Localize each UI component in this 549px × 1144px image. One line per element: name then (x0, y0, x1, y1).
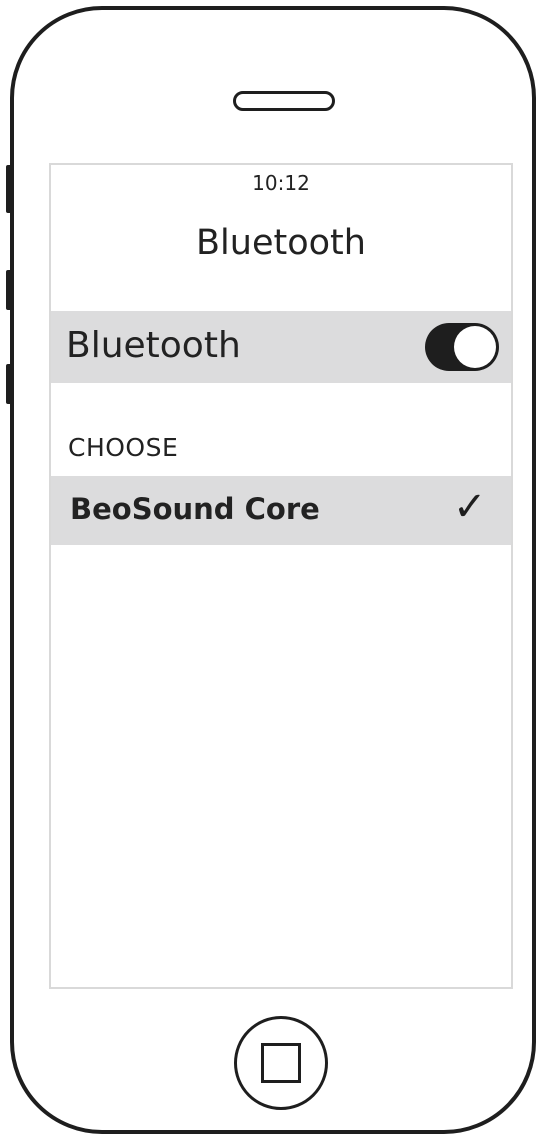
checkmark-icon: ✓ (453, 484, 487, 530)
status-bar-time: 10:12 (252, 171, 310, 195)
bluetooth-toggle-row: Bluetooth (51, 311, 511, 383)
home-button-icon (261, 1043, 301, 1083)
phone-screen: 10:12 Bluetooth Bluetooth CHOOSE BeoSoun… (49, 163, 513, 989)
section-header-choose: CHOOSE (68, 433, 179, 462)
toggle-knob (454, 326, 496, 368)
page-title: Bluetooth (196, 223, 366, 263)
toggle-switch-icon[interactable] (425, 323, 499, 371)
earpiece-speaker (233, 91, 335, 111)
volume-up-button (6, 270, 12, 310)
bluetooth-toggle-label: Bluetooth (66, 325, 241, 366)
device-name: BeoSound Core (70, 492, 320, 526)
mute-switch (6, 165, 12, 213)
volume-down-button (6, 364, 12, 404)
device-list-item[interactable]: BeoSound Core ✓ (51, 476, 511, 545)
home-button[interactable] (234, 1016, 328, 1110)
